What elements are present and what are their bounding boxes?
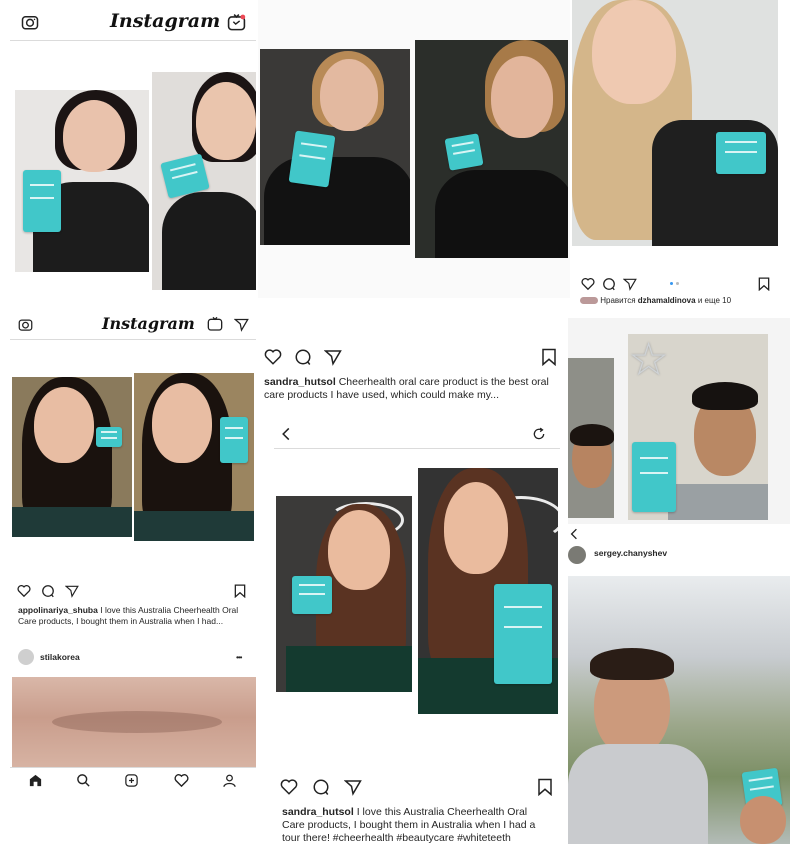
caption-username[interactable]: sandra_hutsol: [282, 806, 354, 818]
profile-avatar[interactable]: [568, 546, 586, 564]
post-photo-woman-black-turtleneck[interactable]: [260, 49, 410, 245]
share-icon[interactable]: [622, 276, 638, 292]
camera-icon[interactable]: [20, 12, 40, 32]
post-photo-woman-holding-box[interactable]: [15, 90, 149, 272]
liker-avatars: [580, 297, 598, 305]
home-icon[interactable]: [26, 771, 44, 789]
nav-divider: [10, 767, 256, 768]
instagram-logo: Instagram: [110, 10, 221, 32]
post-photo-woman-green-top-right[interactable]: [418, 468, 558, 714]
add-post-icon[interactable]: [122, 771, 140, 789]
instagram-post-panel-topcenter: [258, 0, 570, 298]
instagram-post-panel-center-phone: sandra_hutsol I love this Australia Chee…: [274, 422, 560, 844]
header-divider: [10, 40, 256, 41]
carousel-dots: [670, 282, 682, 286]
comment-icon[interactable]: [292, 346, 314, 368]
post-caption: sandra_hutsol Cheerhealth oral care prod…: [264, 376, 554, 402]
bookmark-icon[interactable]: [538, 346, 560, 368]
header-divider: [10, 339, 256, 340]
bookmark-icon[interactable]: [232, 583, 248, 599]
second-screenshot-header: sergey.chanyshev: [568, 524, 790, 576]
refresh-icon[interactable]: [530, 424, 548, 444]
caption-username[interactable]: appolinariya_shuba: [18, 605, 98, 615]
bookmark-icon[interactable]: [756, 276, 772, 292]
profile-icon[interactable]: [220, 771, 238, 789]
direct-message-icon[interactable]: [232, 315, 250, 333]
heart-icon[interactable]: [278, 776, 300, 798]
comment-icon[interactable]: [40, 583, 56, 599]
back-chevron-icon[interactable]: [568, 526, 580, 542]
post-photo-woman-smiling-box[interactable]: [152, 72, 256, 290]
search-icon[interactable]: [74, 771, 92, 789]
post-photo-blonde-woman-box[interactable]: [572, 0, 778, 246]
share-icon[interactable]: [342, 776, 364, 798]
instagram-post-panel-midleft: Instagram appolinariya_shuba I love this…: [10, 305, 256, 795]
back-chevron-icon[interactable]: [278, 424, 294, 444]
phone-header-divider: [274, 448, 560, 449]
heart-icon[interactable]: [262, 346, 284, 368]
profile-username[interactable]: sergey.chanyshev: [594, 548, 667, 558]
liked-by-suffix: и еще 10: [697, 296, 732, 305]
caption-username[interactable]: sandra_hutsol: [264, 376, 336, 388]
instagram-post-panel-center-caption: sandra_hutsol Cheerhealth oral care prod…: [258, 334, 568, 420]
post-photo-man-selfie-valley[interactable]: [568, 576, 790, 844]
post-photo-man-star-background-left[interactable]: [568, 358, 614, 518]
instagram-logo: Instagram: [102, 314, 195, 333]
liked-by-user[interactable]: dzhamaldinova: [638, 296, 696, 305]
post-photo-man-star-background[interactable]: ☆: [628, 334, 768, 520]
heart-icon[interactable]: [580, 276, 596, 292]
post-photo-brunette-box-left[interactable]: [12, 377, 132, 537]
comment-icon[interactable]: [601, 276, 617, 292]
post-caption: appolinariya_shuba I love this Australia…: [18, 605, 250, 627]
post-photo-closeup-skin[interactable]: [12, 677, 256, 767]
igtv-icon[interactable]: [206, 315, 224, 333]
post-photo-woman-green-top-left[interactable]: [276, 496, 412, 692]
instagram-post-panel-topleft: Instagram: [10, 0, 256, 298]
instagram-post-panel-right: ☆ sergey.chanyshev: [568, 318, 790, 844]
comment-icon[interactable]: [310, 776, 332, 798]
bookmark-icon[interactable]: [534, 776, 556, 798]
post-photo-brunette-box-right[interactable]: [134, 373, 254, 541]
liked-by-line: Нравится dzhamaldinova и еще 10: [580, 296, 731, 305]
share-icon[interactable]: [64, 583, 80, 599]
more-options-icon[interactable]: •••: [236, 653, 242, 662]
post-caption: sandra_hutsol I love this Australia Chee…: [282, 806, 552, 844]
activity-heart-icon[interactable]: [172, 771, 190, 789]
share-icon[interactable]: [322, 346, 344, 368]
camera-icon[interactable]: [16, 315, 34, 333]
star-decoration-icon: ☆: [628, 334, 670, 385]
igtv-icon[interactable]: [226, 12, 246, 32]
next-post-avatar[interactable]: [18, 649, 34, 665]
post-photo-woman-black-turtleneck-2[interactable]: [415, 40, 568, 258]
instagram-post-panel-topright: Нравится dzhamaldinova и еще 10: [572, 0, 790, 316]
heart-icon[interactable]: [16, 583, 32, 599]
liked-by-prefix: Нравится: [600, 296, 636, 305]
next-post-username[interactable]: stilakorea: [40, 652, 80, 662]
